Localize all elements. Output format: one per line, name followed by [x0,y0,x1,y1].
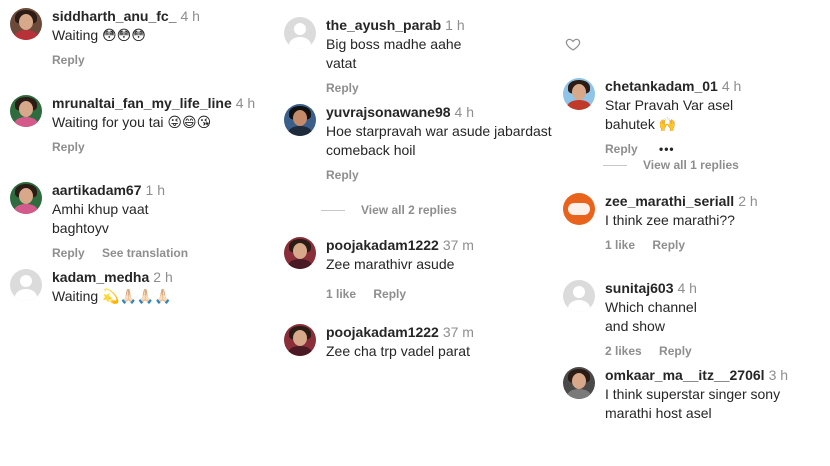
avatar[interactable] [10,8,42,40]
timestamp: 4 h [235,95,256,111]
username[interactable]: the_ayush_parab [326,17,441,33]
reply-button[interactable]: Reply [659,344,692,358]
divider-line [603,165,627,167]
reply-button[interactable]: Reply [652,238,685,252]
username[interactable]: kadam_medha [52,269,149,285]
comment-text: Waiting for you tai 😜😄😘 [52,114,212,130]
more-options-icon[interactable]: ••• [659,142,675,156]
view-replies-button[interactable]: View all 1 replies [603,158,739,172]
avatar[interactable] [10,182,42,214]
timestamp: 4 h [677,280,697,296]
like-count[interactable]: 1 like [605,238,635,252]
reply-button[interactable]: Reply [52,140,85,154]
username[interactable]: omkaar_ma__itz__2706l [605,367,765,383]
username[interactable]: poojakadam1222 [326,237,439,253]
username[interactable]: sunitaj603 [605,280,673,296]
avatar[interactable] [284,104,316,136]
username[interactable]: mrunaltai_fan_my_life_line [52,95,232,111]
like-count[interactable]: 2 likes [605,344,642,358]
reply-button[interactable]: Reply [52,53,85,67]
timestamp: 37 m [442,237,474,253]
avatar[interactable] [284,17,316,49]
avatar[interactable] [284,237,316,269]
reply-button[interactable]: Reply [326,168,359,182]
avatar[interactable] [10,95,42,127]
avatar[interactable] [284,324,316,356]
timestamp: 37 m [442,324,474,340]
avatar[interactable] [563,280,595,312]
view-replies-label: View all 1 replies [643,158,739,172]
timestamp: 3 h [768,367,789,383]
avatar[interactable] [563,193,595,225]
timestamp: 2 h [738,193,758,209]
timestamp: 4 h [454,104,474,120]
timestamp: 1 h [145,182,165,198]
comment-text: Which channel and show [605,299,697,334]
username[interactable]: yuvrajsonawane98 [326,104,451,120]
comment-text: Star Pravah Var asel bahutek 🙌 [605,97,734,132]
comment-text: Waiting 💫🙏🏻🙏🏻🙏🏻 [52,288,172,304]
like-count[interactable]: 1 like [326,287,356,301]
reply-button[interactable]: Reply [52,246,85,260]
timestamp: 4 h [721,78,742,94]
comment-text: I think superstar singer sony marathi ho… [605,386,781,421]
username[interactable]: poojakadam1222 [326,324,439,340]
reply-button[interactable]: Reply [373,287,406,301]
divider-line [321,210,345,212]
reply-button[interactable]: Reply [605,142,638,156]
view-replies-button[interactable]: View all 2 replies [321,203,457,217]
comment-text: I think zee marathi?? [605,212,735,228]
comment-text: Hoe starpravah war asude jabardast comeb… [326,123,552,158]
timestamp: 4 h [180,8,200,24]
username[interactable]: zee_marathi_seriall [605,193,734,209]
avatar[interactable] [563,78,595,110]
view-replies-label: View all 2 replies [361,203,457,217]
avatar[interactable] [10,269,42,301]
avatar[interactable] [563,367,595,399]
comment-text: Zee marathivr asude [326,256,455,272]
see-translation-button[interactable]: See translation [102,246,188,260]
comment-text: Waiting 😳😳😳 [52,27,146,43]
comment-text: Amhi khup vaat baghtoyv [52,201,149,236]
timestamp: 1 h [445,17,465,33]
username[interactable]: siddharth_anu_fc_ [52,8,176,24]
reply-button[interactable]: Reply [326,81,359,95]
heart-icon[interactable] [565,36,581,52]
comment-text: Zee cha trp vadel parat [326,343,470,359]
username[interactable]: chetankadam_01 [605,78,718,94]
timestamp: 2 h [153,269,173,285]
comment-text: Big boss madhe aahe vatat [326,36,462,71]
username[interactable]: aartikadam67 [52,182,142,198]
